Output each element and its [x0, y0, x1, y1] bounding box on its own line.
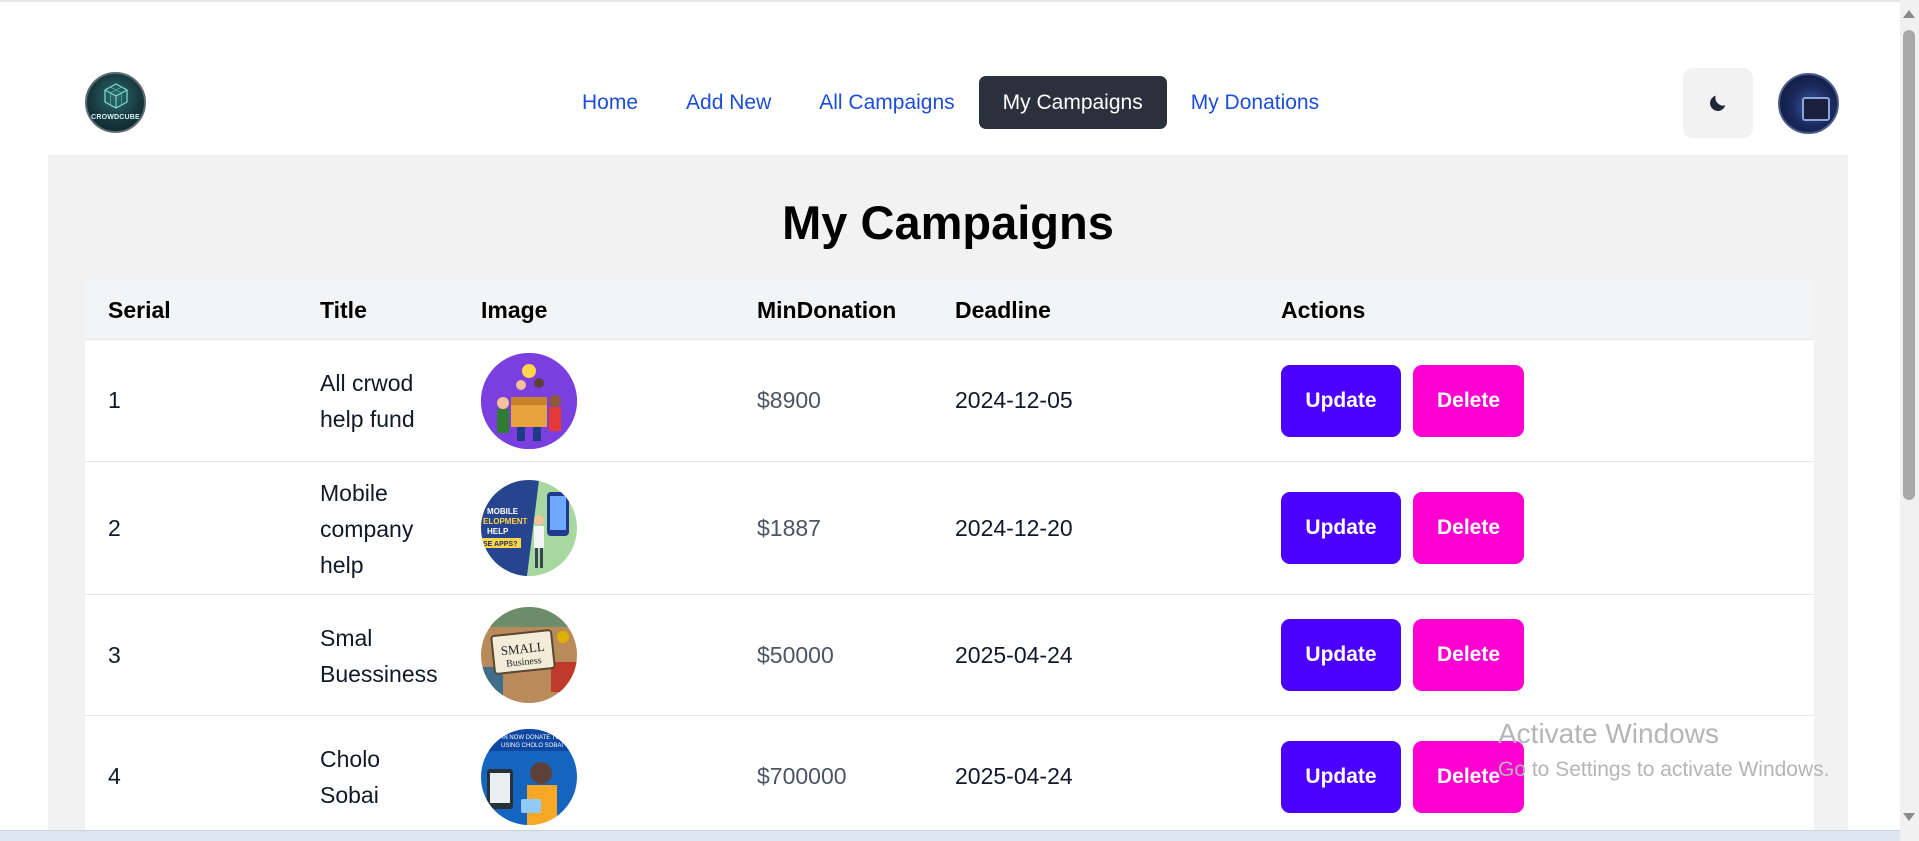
row-serial: 3 — [108, 642, 121, 668]
row-serial: 1 — [108, 387, 121, 413]
row-serial: 2 — [108, 515, 121, 541]
theme-toggle-button[interactable] — [1683, 68, 1753, 138]
activate-windows-subtitle: Go to Settings to activate Windows. — [1498, 758, 1830, 781]
row-title: Mobile company help — [320, 475, 413, 583]
scrollbar-thumb[interactable] — [1903, 30, 1915, 500]
row-title: Cholo Sobai — [320, 741, 380, 813]
update-button[interactable]: Update — [1281, 619, 1401, 691]
row-title: Smal Buessiness — [320, 620, 438, 692]
update-button[interactable]: Update — [1281, 492, 1401, 564]
row-min-donation: $700000 — [757, 763, 847, 789]
table-row: 1 All crwod help fund $8900 2024-12-05 U… — [85, 340, 1814, 462]
row-deadline: 2024-12-20 — [955, 515, 1073, 541]
update-button[interactable]: Update — [1281, 741, 1401, 813]
moon-icon — [1710, 95, 1726, 111]
row-title-line: All crwod — [320, 370, 414, 396]
row-deadline: 2024-12-05 — [955, 387, 1073, 413]
row-title-line: help fund — [320, 406, 415, 432]
table-row: 2 Mobile company help MOBILE ELOPMENT HE… — [85, 462, 1814, 595]
table-header-row: Serial Title Image MinDonation Deadline … — [85, 280, 1814, 340]
header-min-donation: MinDonation — [757, 297, 897, 323]
nav-link-all-campaigns[interactable]: All Campaigns — [795, 76, 978, 129]
crowd-fund-illustration — [481, 353, 577, 449]
browser-top-border — [0, 0, 1900, 4]
crowd-fund-image — [481, 353, 577, 449]
table-row: 3 Smal Buessiness SMALL Business $50000 — [85, 595, 1814, 716]
row-title-line: Buessiness — [320, 661, 438, 687]
header-title: Title — [320, 297, 367, 323]
row-title-line: help — [320, 552, 364, 578]
row-title-line: company — [320, 516, 414, 542]
small-business-illustration: SMALL Business — [481, 607, 577, 703]
logo-text: CROWDCUBE — [91, 114, 140, 121]
row-min-donation: $8900 — [757, 387, 821, 413]
nav-link-my-campaigns[interactable]: My Campaigns — [978, 76, 1167, 129]
header-image: Image — [481, 297, 548, 323]
scroll-down-arrow-icon[interactable] — [1903, 813, 1915, 821]
donate-app-illustration: HAN NOW DONATE TO USING CHOLO SOBAI — [481, 729, 577, 825]
nav-link-home[interactable]: Home — [558, 76, 662, 129]
row-title-line: Sobai — [320, 782, 379, 808]
row-deadline: 2025-04-24 — [955, 642, 1073, 668]
row-min-donation: $1887 — [757, 515, 821, 541]
page-title: My Campaigns — [782, 196, 1114, 249]
header-actions: Actions — [1281, 297, 1366, 323]
campaigns-table: Serial Title Image MinDonation Deadline … — [85, 280, 1814, 838]
user-avatar[interactable] — [1778, 73, 1839, 134]
small-business-image: SMALL Business — [481, 607, 577, 703]
taskbar-strip — [0, 830, 1900, 841]
row-title-line: Mobile — [320, 480, 388, 506]
row-deadline: 2025-04-24 — [955, 763, 1073, 789]
nav-links: Home Add New All Campaigns My Campaigns … — [558, 76, 1343, 129]
delete-button[interactable]: Delete — [1413, 365, 1524, 437]
thumb-text: MOBILE — [487, 507, 519, 516]
row-serial: 4 — [108, 763, 121, 789]
nav-link-add-new[interactable]: Add New — [662, 76, 795, 129]
thumb-text: HELP — [487, 527, 509, 536]
crowdcube-logo[interactable]: CROWDCUBE — [85, 72, 146, 133]
row-min-donation: $50000 — [757, 642, 834, 668]
update-button[interactable]: Update — [1281, 365, 1401, 437]
cube-logo-icon — [104, 83, 128, 109]
mobile-development-image: MOBILE ELOPMENT HELP SE APPS? — [481, 480, 577, 576]
donate-app-image: HAN NOW DONATE TO USING CHOLO SOBAI — [481, 729, 577, 825]
thumb-text: ELOPMENT — [483, 517, 528, 526]
navbar: CROWDCUBE Home Add New All Campaigns My … — [48, 60, 1848, 155]
delete-button[interactable]: Delete — [1413, 619, 1524, 691]
delete-button[interactable]: Delete — [1413, 492, 1524, 564]
avatar-screen-icon — [1802, 97, 1830, 121]
thumb-text: HAN NOW DONATE TO — [495, 735, 560, 741]
scroll-up-arrow-icon[interactable] — [1903, 10, 1915, 18]
row-title: All crwod help fund — [320, 365, 415, 437]
header-deadline: Deadline — [955, 297, 1051, 323]
nav-link-my-donations[interactable]: My Donations — [1167, 76, 1343, 129]
thumb-text: USING CHOLO SOBAI — [501, 743, 563, 749]
row-title-line: Smal — [320, 625, 373, 651]
activate-windows-title: Activate Windows — [1498, 718, 1719, 749]
row-title-line: Cholo — [320, 746, 381, 772]
header-serial: Serial — [108, 297, 171, 323]
mobile-development-illustration: MOBILE ELOPMENT HELP SE APPS? — [481, 480, 577, 576]
thumb-text: SE APPS? — [483, 541, 517, 548]
